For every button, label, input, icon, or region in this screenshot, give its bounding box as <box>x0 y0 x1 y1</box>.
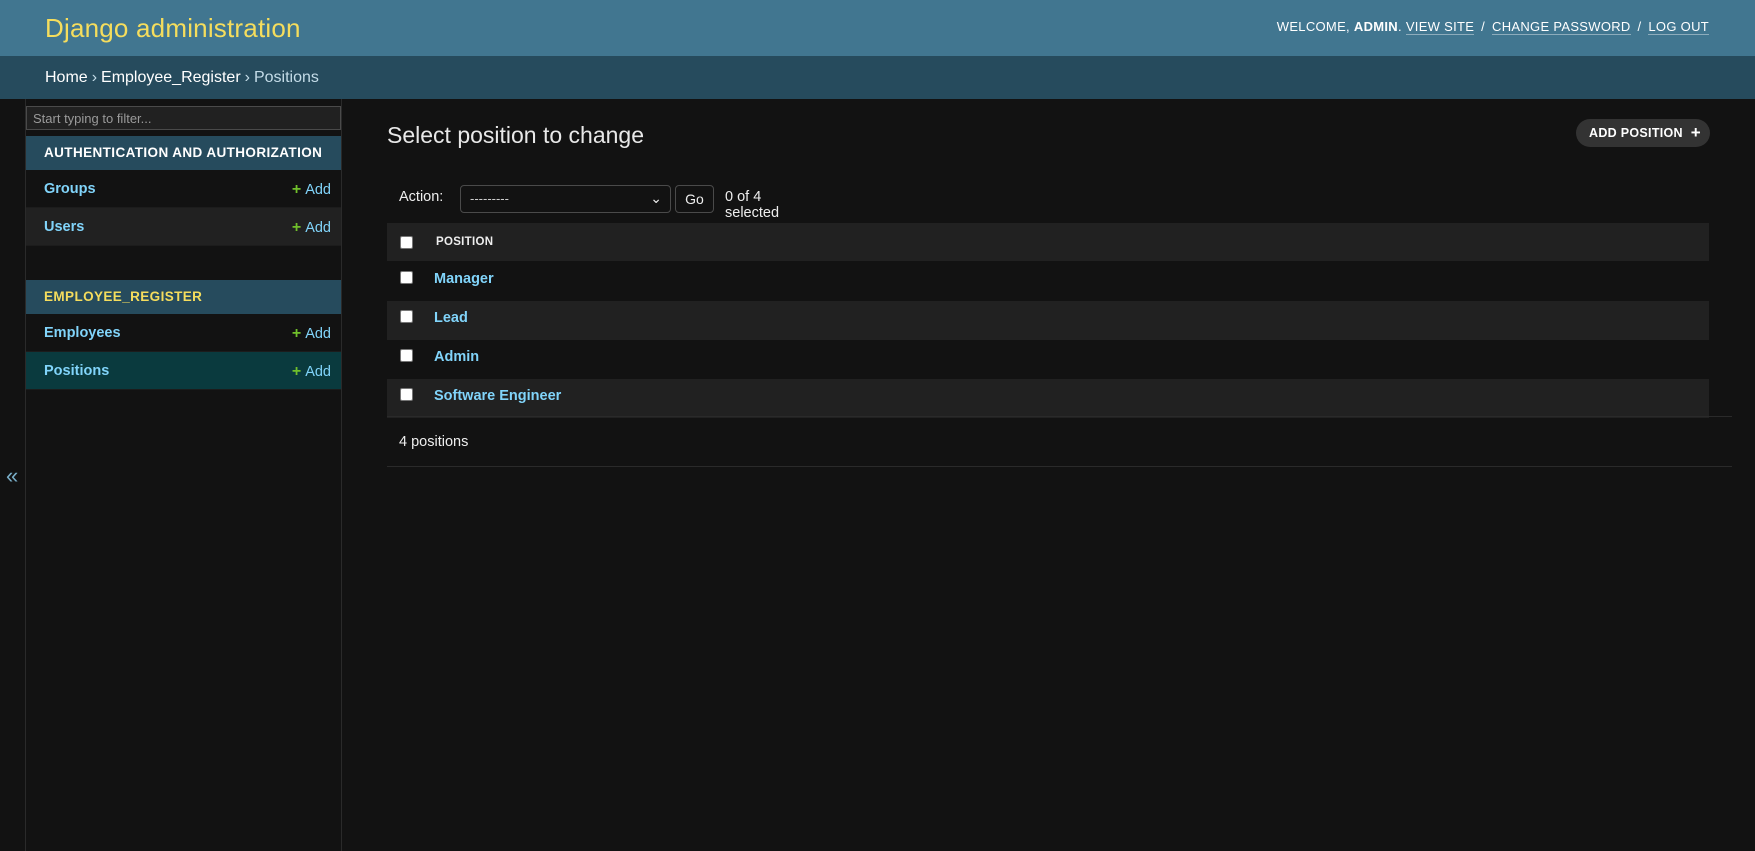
collapse-sidebar-icon[interactable]: « <box>6 463 18 489</box>
breadcrumb-app[interactable]: Employee_Register <box>101 69 241 86</box>
add-label: Add <box>305 364 331 380</box>
action-label: Action: <box>399 189 444 205</box>
add-position-button[interactable]: ADD POSITION + <box>1576 119 1710 147</box>
breadcrumb: Home › Employee_Register › Positions <box>0 56 1755 99</box>
go-button[interactable]: Go <box>675 185 714 213</box>
row-checkbox[interactable] <box>400 349 413 362</box>
row-checkbox[interactable] <box>400 388 413 401</box>
table-row: Admin <box>387 340 1709 379</box>
plus-icon: + <box>291 363 302 380</box>
add-users-link[interactable]: + Add <box>292 219 331 237</box>
add-label: Add <box>305 326 331 342</box>
selected-count: 0 of 4 selected <box>725 189 780 221</box>
add-label: Add <box>305 220 331 236</box>
add-label: Add <box>305 182 331 198</box>
row-link[interactable]: Admin <box>434 349 479 365</box>
add-groups-link[interactable]: + Add <box>292 181 331 199</box>
module-caption-employee-register[interactable]: EMPLOYEE_REGISTER <box>26 280 341 314</box>
row-link[interactable]: Manager <box>434 271 494 287</box>
row-link[interactable]: Lead <box>434 310 468 326</box>
breadcrumb-separator: › <box>91 69 98 86</box>
add-employees-link[interactable]: + Add <box>292 325 331 343</box>
table-header: POSITION <box>387 223 1709 262</box>
username: ADMIN <box>1353 19 1398 34</box>
sidebar-item-users[interactable]: Users + Add <box>26 208 341 246</box>
sidebar-item-positions[interactable]: Positions + Add <box>26 352 341 390</box>
add-position-label: ADD POSITION <box>1589 126 1683 140</box>
log-out-link[interactable]: LOG OUT <box>1648 19 1709 35</box>
welcome-text: WELCOME, <box>1276 19 1350 34</box>
table-row: Software Engineer <box>387 379 1709 418</box>
plus-icon: + <box>1690 123 1701 142</box>
plus-icon: + <box>291 219 302 236</box>
result-count: 4 positions <box>399 434 469 450</box>
sidebar-item-label[interactable]: Groups <box>44 181 96 197</box>
column-header-position[interactable]: POSITION <box>436 236 493 248</box>
site-branding[interactable]: Django administration <box>45 13 301 44</box>
breadcrumb-separator: › <box>244 69 250 86</box>
add-positions-link[interactable]: + Add <box>292 363 331 381</box>
row-checkbox[interactable] <box>400 271 413 284</box>
row-link[interactable]: Software Engineer <box>434 388 561 404</box>
breadcrumb-current: Positions <box>253 69 319 86</box>
action-select-value: --------- <box>470 191 509 206</box>
row-checkbox[interactable] <box>400 310 413 323</box>
change-password-link[interactable]: CHANGE PASSWORD <box>1492 19 1631 35</box>
sidebar-item-label[interactable]: Employees <box>44 325 121 341</box>
sidebar-item-groups[interactable]: Groups + Add <box>26 170 341 208</box>
paginator: 4 positions <box>387 416 1732 467</box>
sidebar-item-employees[interactable]: Employees + Add <box>26 314 341 352</box>
nav-toggle-column: « <box>0 99 26 851</box>
page-title: Select position to change <box>387 122 645 148</box>
chevron-down-icon: ⌄ <box>650 190 662 206</box>
action-select[interactable]: --------- ⌄ <box>460 185 671 213</box>
separator: / <box>1637 19 1642 34</box>
separator: / <box>1481 19 1486 34</box>
view-site-link[interactable]: VIEW SITE <box>1405 19 1475 35</box>
nav-filter-input[interactable] <box>26 106 341 130</box>
sidebar-item-label[interactable]: Users <box>44 219 84 235</box>
table-row: Lead <box>387 301 1709 340</box>
nav-sidebar: AUTHENTICATION AND AUTHORIZATION Groups … <box>26 99 342 851</box>
plus-icon: + <box>291 325 302 342</box>
plus-icon: + <box>291 181 302 198</box>
header: Django administration WELCOME, ADMIN. VI… <box>0 0 1755 56</box>
module-caption-auth[interactable]: AUTHENTICATION AND AUTHORIZATION <box>26 136 341 170</box>
table-row: Manager <box>387 262 1709 301</box>
sidebar-item-label[interactable]: Positions <box>44 363 109 379</box>
breadcrumb-home[interactable]: Home <box>45 69 88 86</box>
user-tools: WELCOME, ADMIN. VIEW SITE / CHANGE PASSW… <box>1276 19 1709 35</box>
select-all-checkbox[interactable] <box>400 236 413 249</box>
